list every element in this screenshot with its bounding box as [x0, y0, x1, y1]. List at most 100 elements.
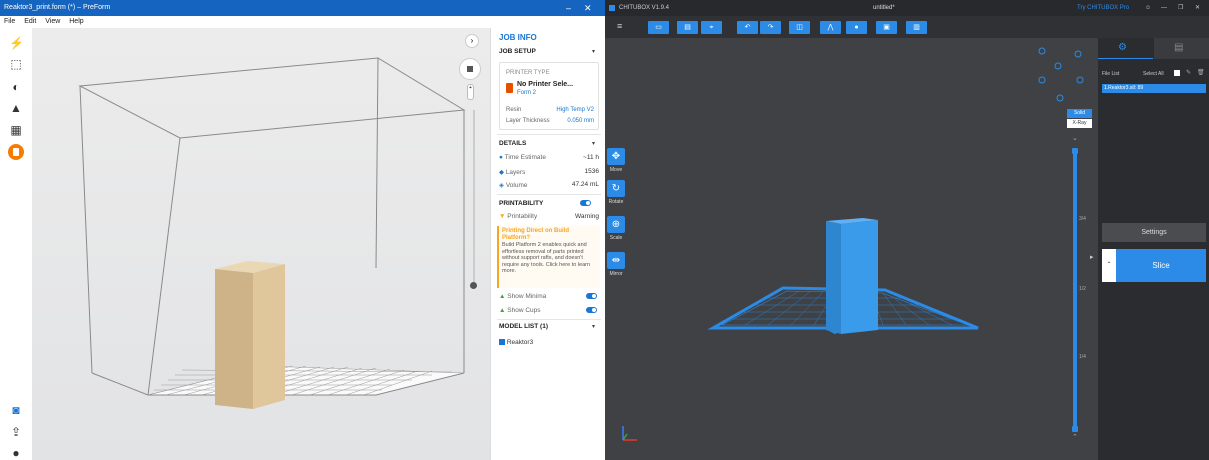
zoom-control[interactable]: +	[467, 84, 474, 100]
menu-help[interactable]: Help	[69, 18, 83, 25]
scale-icon[interactable]: ⬚	[9, 57, 23, 71]
thumbs-up-icon: ▲	[499, 293, 506, 300]
show-minima-label: Show Minima	[507, 293, 547, 300]
scale-tool[interactable]: ⊕ Scale	[607, 216, 625, 241]
job-icon[interactable]: ◙	[9, 403, 23, 417]
top-toolbar: ≡ ▭ ▤ ⌖ ↶ ↷ ◫ ⋀ ● ▣ ▥	[605, 16, 1209, 38]
hollow-icon[interactable]: ◫	[789, 21, 810, 34]
mirror-tool[interactable]: ⇹ Mirror	[607, 252, 625, 277]
details-heading[interactable]: DETAILS	[499, 140, 526, 147]
printer-button[interactable]	[8, 144, 24, 160]
app-logo-icon	[609, 5, 615, 11]
checkbox-checked-icon[interactable]	[499, 339, 505, 346]
rotate-icon[interactable]: ◐	[9, 80, 23, 94]
settings-button[interactable]: Settings	[1102, 223, 1206, 242]
3d-viewport[interactable]: ✥ Move ↻ Rotate ⊕ Scale ⇹ Mirror Solid X…	[605, 38, 1098, 460]
layer-slider-handle[interactable]	[470, 282, 477, 289]
model-list-item[interactable]: Reaktor3	[499, 339, 599, 346]
chevron-down-icon[interactable]: ▾	[592, 323, 595, 330]
printability-toggle[interactable]	[580, 200, 591, 206]
menu-edit[interactable]: Edit	[24, 18, 36, 25]
menu-icon[interactable]: ≡	[617, 21, 622, 31]
menu-bar: File Edit View Help	[0, 16, 605, 28]
layer-slider-track[interactable]	[1073, 154, 1077, 428]
xray-view-button[interactable]: X-Ray	[1067, 119, 1092, 128]
chevron-down-icon[interactable]: ⌄	[1072, 134, 1078, 142]
menu-file[interactable]: File	[4, 18, 15, 25]
account-icon[interactable]: ●	[9, 446, 23, 460]
build-platform-notice[interactable]: Printing Direct on Build Platform? Build…	[497, 226, 600, 288]
tab-print-settings[interactable]: ▤	[1154, 38, 1209, 59]
time-estimate-row: ● Time Estimate ~11 h	[499, 154, 599, 161]
minimize-icon[interactable]: –	[566, 0, 571, 16]
show-cups-toggle[interactable]	[586, 307, 597, 313]
edit-icon[interactable]: ✎	[1186, 69, 1191, 76]
chevron-down-icon[interactable]: ▾	[592, 48, 595, 55]
upload-icon[interactable]: ⇪	[9, 425, 23, 439]
divider	[497, 319, 601, 320]
printability-heading[interactable]: PRINTABILITY	[499, 200, 543, 207]
undo-icon[interactable]: ↶	[737, 21, 758, 34]
support-icon[interactable]: ⋀	[820, 21, 841, 34]
menu-view[interactable]: View	[45, 18, 60, 25]
move-tool[interactable]: ✥ Move	[607, 148, 625, 173]
chevron-up-icon[interactable]: ⌃	[1072, 433, 1078, 441]
tab-models[interactable]: ⚙	[1098, 38, 1153, 59]
solid-view-button[interactable]: Solid	[1067, 109, 1092, 118]
collapse-arrow-icon[interactable]: ▸	[1090, 253, 1096, 265]
resin-value[interactable]: High Temp V2	[556, 107, 594, 113]
move-label: Move	[609, 167, 623, 173]
minimize-icon[interactable]: —	[1161, 0, 1167, 16]
printability-value: Warning	[575, 213, 599, 220]
slice-button[interactable]: Slice	[1116, 249, 1206, 282]
layout-icon[interactable]: ▦	[9, 123, 23, 137]
layers-icon: ◆	[499, 169, 504, 176]
volume-row: ◈ Volume 47.24 mL	[499, 181, 599, 189]
select-all-checkbox[interactable]	[1174, 70, 1180, 76]
delete-icon[interactable]: 🗑	[1197, 69, 1205, 76]
notice-title: Printing Direct on Build Platform?	[502, 228, 569, 241]
cut-icon[interactable]: ▣	[876, 21, 897, 34]
maximize-icon[interactable]: ❐	[1178, 0, 1183, 16]
account-icon[interactable]: ☺	[1145, 0, 1151, 16]
chevron-down-icon[interactable]: ▾	[592, 140, 595, 147]
rotate-tool[interactable]: ↻ Rotate	[607, 180, 625, 205]
build-volume-viewport[interactable]: › +	[32, 28, 490, 460]
select-all-label[interactable]: Select All	[1143, 71, 1164, 77]
printer-model[interactable]: Form 2	[517, 90, 536, 96]
layer-slider-track[interactable]	[473, 110, 475, 285]
chitubox-window: CHITUBOX V1.9.4 untitled* Try CHITUBOX P…	[605, 0, 1209, 460]
title-bar: Reaktor3_print.form (*) – PreForm – ✕	[0, 0, 605, 16]
job-setup-heading[interactable]: JOB SETUP	[499, 48, 536, 55]
redo-icon[interactable]: ↷	[760, 21, 781, 34]
printer-card[interactable]: PRINTER TYPE No Printer Sele... Form 2 R…	[499, 62, 599, 130]
window-title: CHITUBOX V1.9.4	[619, 5, 670, 11]
ruler-mark: 1/2	[1079, 286, 1086, 292]
settings-icon[interactable]: ▥	[906, 21, 927, 34]
show-minima-toggle[interactable]	[586, 293, 597, 299]
slider-bottom-handle[interactable]	[1072, 426, 1078, 432]
expand-panel-button[interactable]: ›	[465, 34, 479, 48]
close-icon[interactable]: ✕	[584, 0, 592, 16]
thumbs-up-icon: ▲	[499, 307, 506, 314]
open-file-icon[interactable]: ▭	[648, 21, 669, 34]
orient-icon[interactable]: ▲	[9, 101, 23, 115]
view-cube[interactable]	[459, 58, 481, 80]
close-icon[interactable]: ✕	[1195, 0, 1200, 16]
select-icon[interactable]: ⌖	[701, 21, 722, 34]
printer-icon	[13, 148, 19, 156]
model-list-heading[interactable]: MODEL LIST (1)	[499, 323, 548, 330]
layer-thickness-value[interactable]: 0.050 mm	[567, 118, 594, 124]
layers-value: 1536	[584, 168, 599, 175]
show-cups-label: Show Cups	[507, 307, 541, 314]
panel-title: JOB INFO	[499, 33, 537, 42]
drill-icon[interactable]: ●	[846, 21, 867, 34]
move-icon: ✥	[607, 148, 625, 165]
file-list-item[interactable]: 1.Reaktor3.stl: 89	[1102, 84, 1206, 93]
ruler-mark: 1/4	[1079, 354, 1086, 360]
document-title: untitled*	[873, 5, 895, 11]
slice-options-button[interactable]: ⌃	[1102, 249, 1116, 282]
save-icon[interactable]: ▤	[677, 21, 698, 34]
magic-wand-icon[interactable]: ⚡	[9, 36, 24, 50]
try-pro-link[interactable]: Try CHITUBOX Pro	[1077, 0, 1129, 16]
